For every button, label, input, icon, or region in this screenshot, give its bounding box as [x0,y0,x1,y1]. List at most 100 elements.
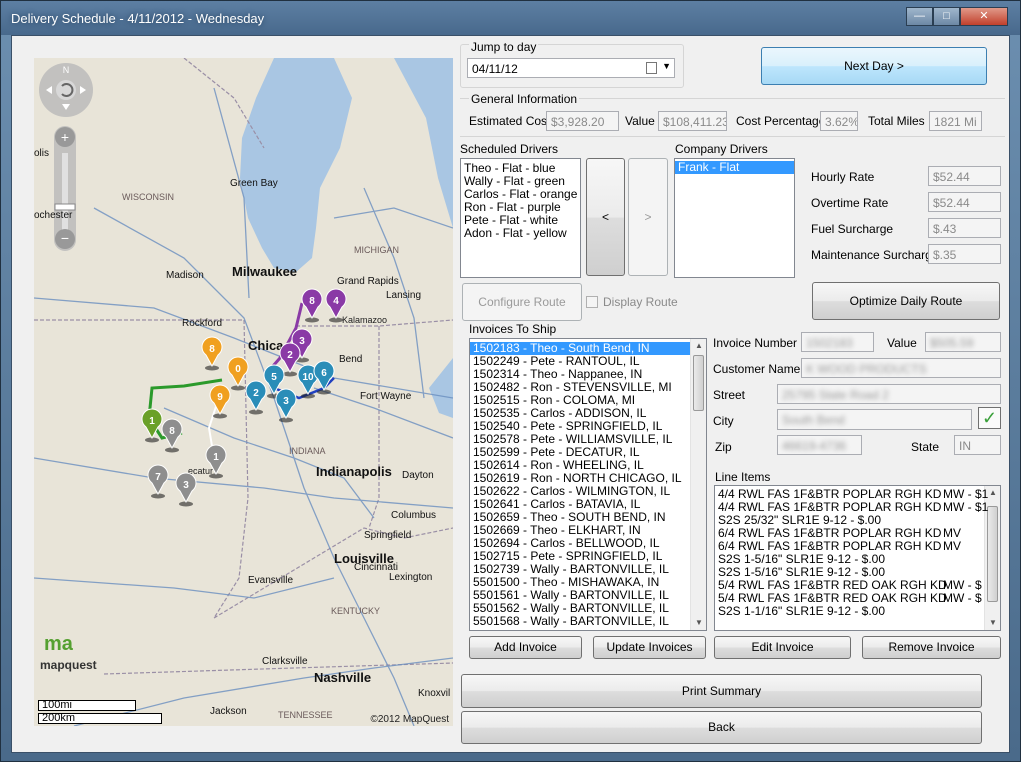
update-invoices-button[interactable]: Update Invoices [593,636,706,659]
maximize-button[interactable]: □ [933,7,960,26]
scale-bar-km: 200km [38,713,162,724]
invoice-item[interactable]: 5501568 - Wally - BARTONVILLE, IL [470,615,691,628]
display-route-checkbox[interactable] [586,296,598,308]
state-label: State [911,440,940,454]
marker-number: 8 [309,296,315,307]
calendar-icon[interactable] [646,62,657,74]
maintenance-surcharge-field: $.35 [928,244,1001,264]
invoice-value-field[interactable]: $505.59 [925,332,1001,352]
scroll-thumb[interactable] [987,506,998,602]
city-label: City [713,414,734,428]
invoices-scrollbar[interactable]: ▲ ▼ [690,339,706,630]
route-stop-marker[interactable]: 7 [147,464,169,499]
marker-number: 1 [213,452,219,463]
driver-item[interactable]: Adon - Flat - yellow [461,227,580,240]
scroll-up-icon[interactable]: ▲ [691,339,706,353]
line-item-price: MW - $ [943,591,982,605]
marker-number: 6 [321,368,327,379]
customer-name-field[interactable]: K WOOD PRODUCTS [801,358,1001,378]
marker-number: 4 [333,296,339,307]
map-label: Columbus [391,510,436,521]
client-area: N + − WISCONSIN Green Bay Madison Milwau… [11,35,1010,753]
scroll-thumb[interactable] [693,355,704,411]
configure-route-button[interactable]: Configure Route [462,283,582,321]
map-label: Nashville [314,670,371,685]
jump-label: Jump to day [469,40,539,54]
marker-number: 3 [283,396,289,407]
map-label: Knoxvil [418,688,450,699]
border-in-oh [368,326,380,529]
close-button[interactable]: ✕ [960,7,1008,26]
invoices-list[interactable]: ▲ ▼ 1502183 - Theo - South Bend, IN 15022… [469,338,707,631]
line-item-desc: S2S 1-5/16" SLR1E 9-12 - $.00 [718,552,886,566]
value-label: Value [625,114,655,128]
route-map[interactable]: N + − WISCONSIN Green Bay Madison Milwau… [34,58,453,726]
line-item-desc: 5/4 RWL FAS 1F&BTR RED OAK RGH KD [718,578,947,592]
chevron-down-icon[interactable]: ▼ [662,61,671,71]
app-window: Delivery Schedule - 4/11/2012 - Wednesda… [0,0,1021,762]
edit-invoice-button[interactable]: Edit Invoice [714,636,851,659]
line-item-price: MW - $1 [943,500,989,514]
route-stop-marker[interactable]: 8 [161,418,183,453]
line-item[interactable]: S2S 1-1/16" SLR1E 9-12 - $.00 [715,605,985,618]
zoom-control: + − [54,126,76,251]
remove-invoice-button[interactable]: Remove Invoice [862,636,1001,659]
date-value: 04/11/12 [472,62,518,76]
company-drivers-list[interactable]: Frank - Flat [674,158,795,278]
scroll-down-icon[interactable]: ▼ [985,616,1000,630]
route-stop-marker[interactable]: 8 [201,336,223,371]
estimated-cost-field: $3,928.20 [546,111,619,131]
general-label: General Information [469,92,580,106]
map-label: Bend [339,354,362,365]
cost-pct-field: 3.62% [820,111,858,131]
minimize-button[interactable]: — [906,7,933,26]
hourly-rate-label: Hourly Rate [811,170,875,184]
route-stop-marker[interactable]: 0 [227,356,249,391]
route-stop-marker[interactable]: 1 [141,408,163,443]
line-items-list[interactable]: ▲ ▼ 4/4 RWL FAS 1F&BTR POPLAR RGH KD MW -… [714,485,1001,631]
date-picker[interactable]: 04/11/12 ▼ [467,58,675,78]
next-day-button[interactable]: Next Day > [761,47,987,85]
company-driver-item[interactable]: Frank - Flat [675,161,794,174]
overtime-rate-field: $52.44 [928,192,1001,212]
maintenance-surcharge-label: Maintenance Surcharge [811,248,939,262]
zip-field[interactable]: 46619-4736 [777,435,862,455]
company-drivers-label: Company Drivers [675,142,768,156]
map-canvas[interactable]: N + − WISCONSINGreen BayMadison Milwauke… [34,58,453,726]
city-field[interactable]: South Bend [777,409,972,430]
map-label: TENNESSEE [278,710,333,720]
scheduled-drivers-label: Scheduled Drivers [460,142,559,156]
map-label: Springfield [364,530,411,541]
route-stop-marker[interactable]: 2 [245,380,267,415]
move-left-button[interactable]: < [586,158,625,276]
street-field[interactable]: 25795 State Road 2 [777,384,1001,404]
add-invoice-button[interactable]: Add Invoice [469,636,582,659]
route-stop-marker[interactable]: 3 [275,388,297,423]
map-label: Green Bay [230,178,278,189]
invoice-number-field[interactable]: 1502183 [801,332,874,352]
back-button[interactable]: Back [461,711,982,744]
map-label: Fort Wayne [360,391,412,402]
scheduled-drivers-list[interactable]: Theo - Flat - blue Wally - Flat - green … [460,158,581,278]
line-item-desc: 4/4 RWL FAS 1F&BTR POPLAR RGH KD [718,487,942,501]
validate-address-check-icon[interactable]: ✓ [978,407,1001,429]
lake-huron [394,58,453,228]
line-items-label: Line Items [715,470,771,484]
map-label: Louisville [334,551,394,566]
state-field: IN [954,435,1001,455]
marker-number: 1 [149,416,155,427]
map-label: Indianapolis [316,464,392,479]
hourly-rate-field: $52.44 [928,166,1001,186]
marker-number: 2 [253,388,259,399]
scroll-down-icon[interactable]: ▼ [691,616,706,630]
title-bar[interactable]: Delivery Schedule - 4/11/2012 - Wednesda… [1,1,1020,35]
line-item-desc: 4/4 RWL FAS 1F&BTR POPLAR RGH KD [718,500,942,514]
fuel-surcharge-label: Fuel Surcharge [811,222,894,236]
print-summary-button[interactable]: Print Summary [461,674,982,708]
map-nav-control: N [39,63,93,117]
move-right-button[interactable]: > [628,158,668,276]
route-stop-marker[interactable]: 8 [301,288,323,323]
optimize-route-button[interactable]: Optimize Daily Route [812,282,1000,320]
map-label: MICHIGAN [354,245,399,255]
route-stop-marker[interactable]: 3 [175,472,197,507]
